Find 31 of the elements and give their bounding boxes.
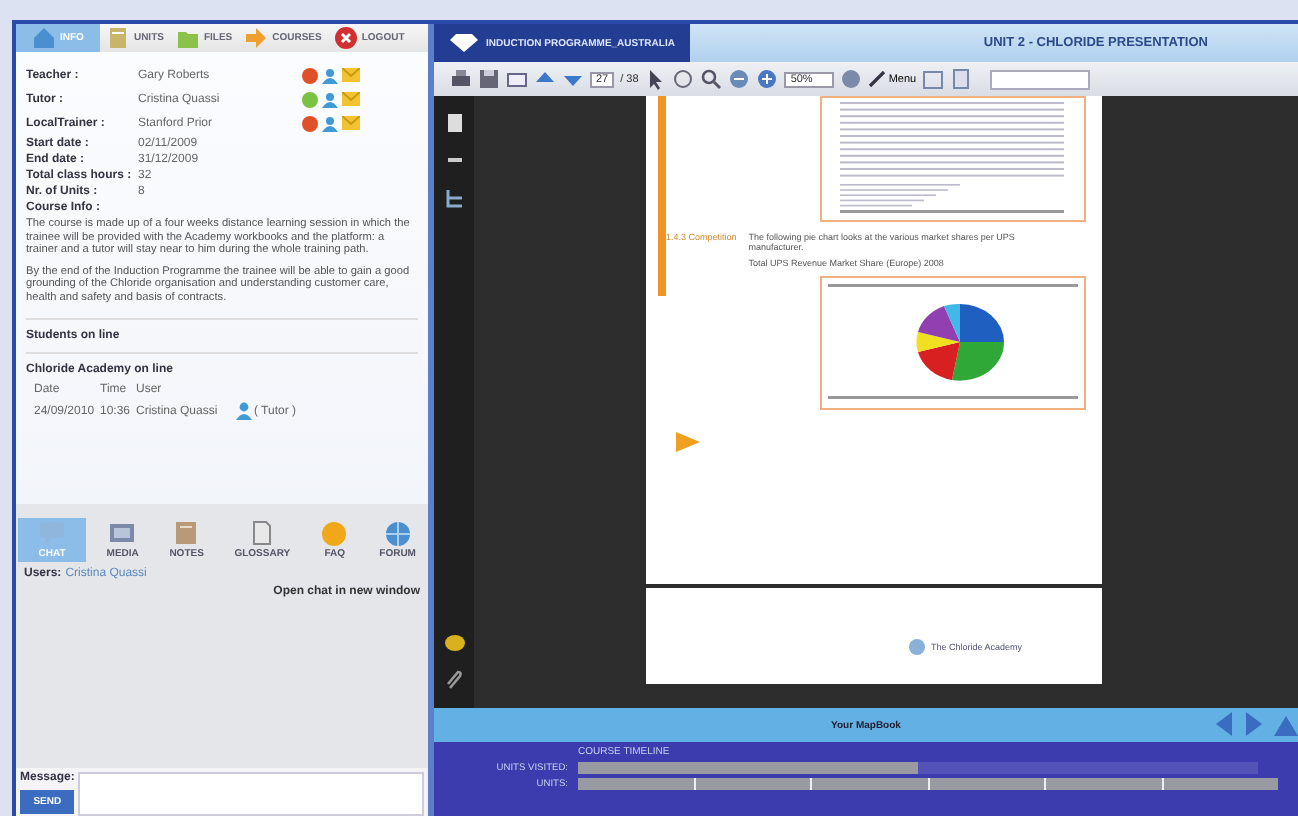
pages-icon[interactable] [443,112,465,134]
search-field[interactable] [990,69,1091,89]
pen-icon [868,70,887,88]
speech-icon [38,520,66,546]
circle-icon[interactable] [672,68,695,90]
arrow-icon [244,26,269,50]
zoom-in-icon[interactable] [756,68,779,90]
zoom-out-icon[interactable] [728,68,751,90]
close-icon [333,26,358,50]
page-icon[interactable] [950,68,973,90]
left-arrow-icon[interactable] [1214,712,1234,736]
person-icon[interactable] [322,115,338,131]
person-icon[interactable] [322,91,338,107]
document-icon [248,520,277,546]
notebook-icon [105,26,130,50]
printer-icon[interactable] [450,68,472,90]
right-arrow-icon[interactable] [1244,712,1264,736]
book-icon [172,520,201,546]
person-icon [236,402,252,420]
up-arrow-icon[interactable] [1274,712,1298,736]
diamond-icon [450,34,478,52]
window-icon[interactable] [922,68,945,90]
paperclip-icon[interactable] [443,670,465,692]
play-icon [674,430,702,454]
person-icon[interactable] [322,67,338,83]
tree-icon[interactable] [443,188,465,210]
film-icon [108,520,137,546]
magnifier-icon[interactable] [700,68,723,90]
message-field[interactable] [78,772,424,816]
cursor-icon[interactable] [644,68,667,90]
circle-icon [320,520,349,546]
